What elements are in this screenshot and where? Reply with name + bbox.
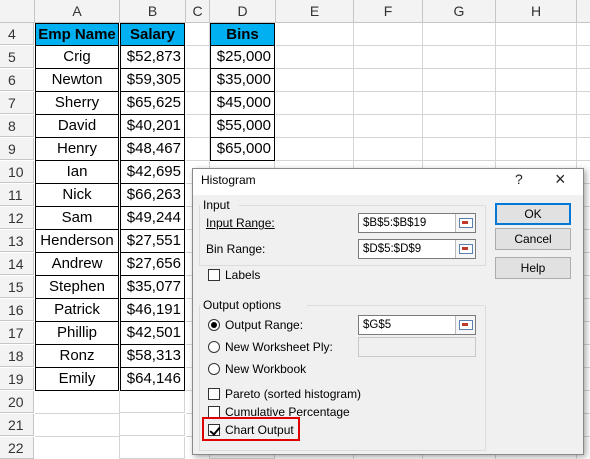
close-icon[interactable]: × xyxy=(555,169,566,190)
input-range-label-text: Input Range: xyxy=(206,216,275,230)
help-icon[interactable]: ? xyxy=(515,171,523,187)
bin-range-field[interactable]: $D$5:$D$9 xyxy=(358,239,476,259)
new-worksheet-radio[interactable] xyxy=(208,341,220,353)
input-range-label: Input Range: xyxy=(206,216,275,230)
chart-output-highlight xyxy=(202,417,300,441)
bin-range-label: Bin Range: xyxy=(206,242,266,256)
pareto-checkbox[interactable] xyxy=(208,388,220,400)
new-workbook-radio[interactable] xyxy=(208,363,220,375)
cancel-button[interactable]: Cancel xyxy=(495,228,571,250)
output-range-radio[interactable] xyxy=(208,319,220,331)
output-range-value: $G$5 xyxy=(363,319,392,331)
bin-range-value: $D$5:$D$9 xyxy=(363,243,422,255)
input-range-field[interactable]: $B$5:$B$19 xyxy=(358,213,476,233)
collapse-dialog-icon[interactable] xyxy=(455,240,475,258)
ok-button[interactable]: OK xyxy=(495,203,571,225)
new-worksheet-field[interactable] xyxy=(358,337,476,357)
dialog-title: Histogram xyxy=(201,173,256,187)
new-workbook-label: New Workbook xyxy=(225,362,307,376)
dialog-titlebar: Histogram ? × xyxy=(193,169,583,195)
help-button[interactable]: Help xyxy=(495,257,571,279)
input-range-value: $B$5:$B$19 xyxy=(363,217,427,229)
new-worksheet-label: New Worksheet Ply: xyxy=(225,340,333,354)
collapse-dialog-icon[interactable] xyxy=(455,316,475,334)
labels-label: Labels xyxy=(225,268,261,282)
pareto-label: Pareto (sorted histogram) xyxy=(225,387,362,401)
collapse-dialog-icon[interactable] xyxy=(455,214,475,232)
output-range-label: Output Range: xyxy=(225,318,304,332)
output-range-field[interactable]: $G$5 xyxy=(358,315,476,335)
labels-checkbox[interactable] xyxy=(208,269,220,281)
histogram-dialog: Histogram ? × Input Input Range: $B$5:$B… xyxy=(192,168,584,455)
